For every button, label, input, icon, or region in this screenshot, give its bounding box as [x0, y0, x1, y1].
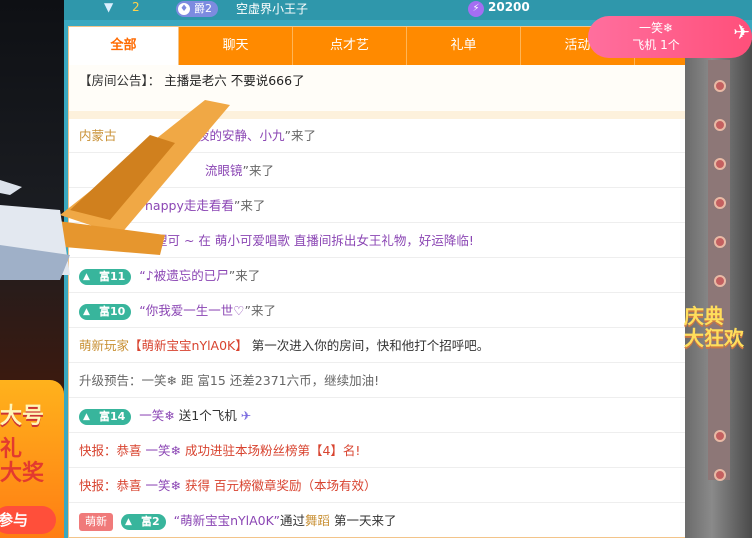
room-notice: 【房间公告】： 主播是老六 不要说666了	[69, 65, 749, 111]
gift-user: 一笑❄	[638, 21, 674, 35]
decor-dot	[714, 80, 726, 92]
msg-suffix: ”来了	[244, 303, 276, 318]
celebration-banner[interactable]: 庆典 大狂欢	[684, 305, 752, 355]
list-item: 内蒙古 深夜的安静、小九”来了	[69, 119, 699, 153]
msg-suffix: ”来了	[242, 163, 274, 178]
promo-line-2: 礼 大奖	[0, 437, 45, 486]
msg-user[interactable]: 【萌新宝宝nYlA0K】	[129, 338, 248, 353]
notice-label: 【房间公告】：	[79, 73, 161, 88]
notice-divider	[69, 111, 749, 119]
decor-dot	[714, 119, 726, 131]
msg-suffix: ”来了	[233, 198, 266, 213]
list-item: 富10 “你我爱一生一世♡”来了	[69, 294, 699, 328]
msg-suffix: ”来了	[228, 268, 261, 283]
decor-dot	[714, 275, 726, 287]
msg-text: 获得 百元榜徽章奖励（本场有效）	[184, 478, 377, 493]
decor-dot	[714, 158, 726, 170]
title-badge-icon: ♦	[178, 3, 190, 15]
rich-level-badge: 富2	[120, 513, 166, 530]
title-badge: ♦ 爵2	[176, 1, 218, 17]
msg-user[interactable]: 深夜的安静、小九	[184, 128, 284, 143]
tab-chat[interactable]: 聊天	[179, 27, 293, 65]
coin-count: 20200	[488, 0, 530, 14]
msg-text: 第一次进入你的房间，快和他打个招呼吧。	[251, 338, 490, 353]
tab-all[interactable]: 全部	[69, 27, 179, 65]
msg-user[interactable]: “你我爱一生一世♡	[139, 303, 244, 318]
list-item: 快报：恭喜 一笑❄ 获得 百元榜徽章奖励（本场有效）	[69, 469, 699, 503]
notice-text: 主播是老六 不要说666了	[164, 73, 305, 88]
msg-suffix: ”来了	[284, 128, 316, 143]
msg-user[interactable]: “萌新宝宝nYlA0K”	[174, 513, 280, 528]
coin-icon: ⚡	[468, 1, 484, 17]
list-item: 富14 一笑❄ 送1个飞机 ✈	[69, 399, 699, 433]
gift-name: 飞机 1个	[632, 38, 680, 52]
list-item: happy走走看看”来了	[69, 189, 699, 223]
promo-line-1: 大号	[0, 404, 45, 429]
list-item: 望可 ~ 在 萌小可爱唱歌 直播间拆出女王礼物，好运降临!	[69, 224, 699, 258]
msg-highlight: 舞蹈	[304, 513, 330, 528]
list-item: 萌新玩家【萌新宝宝nYlA0K】 第一次进入你的房间，快和他打个招呼吧。	[69, 329, 699, 363]
list-item: 萌新 富2 “萌新宝宝nYlA0K”通过舞蹈 第一天来了	[69, 504, 699, 538]
newbie-tag: 萌新	[79, 512, 113, 531]
rich-level-badge: 富11	[79, 268, 132, 285]
rich-level-badge: 富10	[79, 303, 132, 320]
rich-level-badge: 富14	[79, 408, 132, 425]
list-item: 升级预告：一笑❄ 距 富15 还差2371六币，继续加油!	[69, 364, 699, 398]
tab-talent[interactable]: 点才艺	[293, 27, 407, 65]
rank-number: 2	[132, 0, 140, 14]
promo-join-button[interactable]: 参与	[0, 506, 56, 534]
airplane-icon: ✈	[240, 408, 252, 423]
tab-gifts[interactable]: 礼单	[407, 27, 521, 65]
chat-box: 全部 聊天 点才艺 礼单 活动 【房间公告】： 主播是老六 不要说666了 内蒙…	[68, 26, 749, 538]
decor-dot	[714, 236, 726, 248]
decor-dot	[714, 469, 726, 481]
gift-notification[interactable]: 一笑❄ 飞机 1个 ✈	[588, 16, 752, 58]
msg-user[interactable]: 流眼镜	[205, 163, 243, 178]
msg-prefix: 快报：恭喜	[79, 478, 142, 493]
msg-user[interactable]: 一笑❄	[146, 443, 181, 458]
top-user-name[interactable]: 空虚界小王子	[236, 0, 308, 17]
list-item: 流眼镜”来了	[69, 154, 699, 188]
list-item: 富11 “♪被遗忘的已尸”来了	[69, 259, 699, 293]
msg-text: 送1个飞机	[178, 408, 237, 423]
msg-user[interactable]: happy走走看看	[145, 198, 234, 213]
title-badge-label: 爵2	[194, 2, 212, 15]
list-item: 快报：恭喜 一笑❄ 成功进驻本场粉丝榜第【4】名!	[69, 434, 699, 468]
msg-text: 升级预告：一笑❄ 距 富15 还差2371六币，继续加油!	[79, 373, 380, 388]
decor-dot	[714, 197, 726, 209]
msg-text: 通过	[279, 513, 305, 528]
main-panel: ▼ 2 ♦ 爵2 空虚界小王子 ⚡ 20200 全部 聊天 点才艺 礼单 活动 …	[64, 0, 752, 538]
msg-prefix: 快报：恭喜	[79, 443, 142, 458]
msg-suffix: 第一天来了	[333, 513, 397, 528]
message-list: 内蒙古 深夜的安静、小九”来了 流眼镜”来了 happy走走看看”来了 望可 ~…	[69, 119, 749, 538]
msg-user[interactable]: 一笑❄	[139, 408, 174, 423]
airplane-icon: ✈	[733, 20, 750, 44]
left-decor-panel: 大号 礼 大奖 参与	[0, 0, 64, 538]
msg-text: 成功进驻本场粉丝榜第【4】名!	[184, 443, 361, 458]
chevron-down-icon[interactable]: ▼	[104, 0, 113, 14]
msg-prefix: 萌新玩家	[79, 338, 130, 353]
msg-prefix: 内蒙古	[79, 128, 117, 143]
decor-dot	[714, 430, 726, 442]
msg-text: 望可 ~ 在 萌小可爱唱歌 直播间拆出女王礼物，好运降临!	[155, 233, 474, 248]
msg-user[interactable]: 一笑❄	[146, 478, 181, 493]
msg-user[interactable]: “♪被遗忘的已尸	[139, 268, 228, 283]
